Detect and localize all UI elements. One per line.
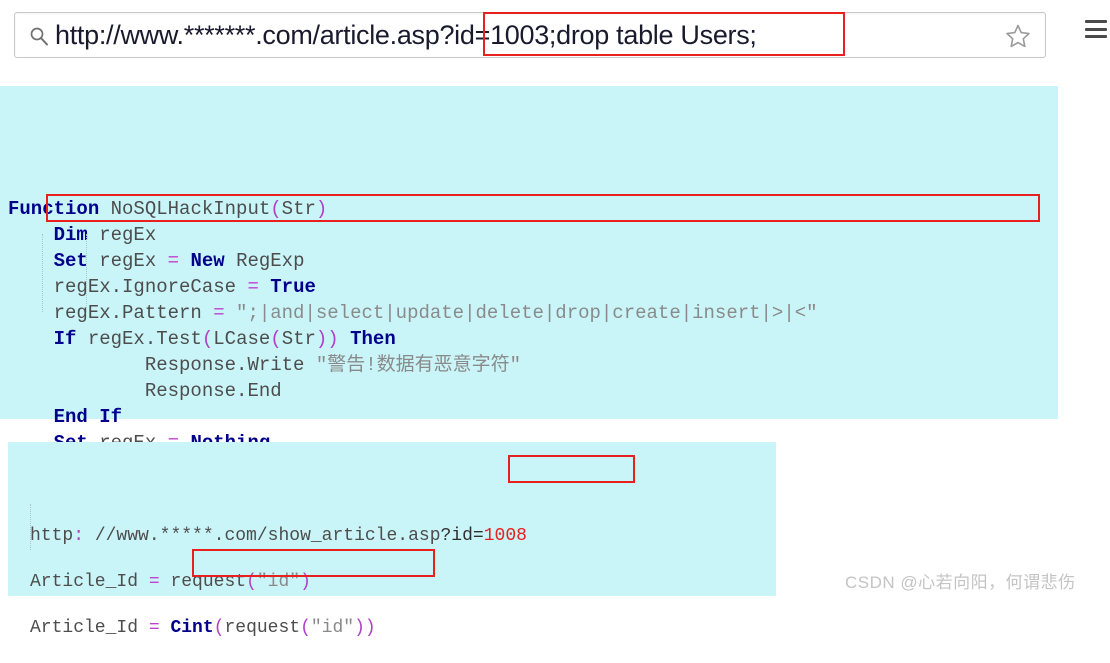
code-token: ))	[315, 328, 339, 350]
code-token: Str	[281, 328, 316, 350]
code-token: request	[224, 618, 301, 638]
code-token: Set	[53, 250, 100, 272]
code-token: LCase	[213, 328, 271, 350]
address-bar-text[interactable]: http://www.*******.com/article.asp?id=10…	[55, 13, 757, 57]
code-token: End If	[53, 406, 123, 428]
code-line: End If	[8, 404, 1058, 430]
code-line: Response.Write "警告!数据有恶意字符"	[8, 352, 1058, 378]
code-line	[30, 594, 776, 617]
code-token: =	[167, 250, 191, 272]
code-token: regEx.Pattern	[8, 302, 214, 324]
indent-guide	[42, 234, 44, 312]
code-token: (	[201, 328, 214, 350]
code-token: :	[73, 526, 85, 546]
code-line: regEx.IgnoreCase = True	[8, 274, 1058, 300]
code-block-vbscript-filter: Function NoSQLHackInput(Str) Dim regEx S…	[0, 86, 1058, 506]
code-token: regEx	[99, 250, 168, 272]
code-token: "警告!数据有恶意字符"	[315, 354, 522, 376]
code-token: (	[270, 198, 282, 220]
address-bar[interactable]: http://www.*******.com/article.asp?id=10…	[14, 12, 1046, 58]
browser-toolbar: http://www.*******.com/article.asp?id=10…	[0, 0, 1110, 74]
code-token: True	[270, 276, 316, 298]
code-token: ?id=	[440, 526, 484, 546]
code-token: =	[247, 276, 271, 298]
code-line: Article_Id = Cint(request("id"))	[30, 617, 776, 640]
code-token: (	[213, 618, 225, 638]
code-line	[30, 548, 776, 571]
code-token: ";|and|select|update|delete|drop|create|…	[236, 302, 818, 324]
code-token: Function	[8, 198, 111, 220]
code-token: Response.Write	[8, 354, 316, 376]
code-token: Str	[281, 198, 316, 220]
code-token: (	[270, 328, 282, 350]
code-line: Dim regEx	[8, 222, 1058, 248]
code-token: =	[148, 572, 171, 592]
code-token: 1008	[483, 526, 527, 546]
code-line: Article_Id = request("id")	[30, 571, 776, 594]
code-token: New	[190, 250, 237, 272]
code-token: RegExp	[236, 250, 305, 272]
code-line: If regEx.Test(LCase(Str)) Then	[8, 326, 1058, 352]
code-token: )	[300, 572, 311, 592]
code-line: Response.End	[8, 378, 1058, 404]
code-token: Then	[350, 328, 396, 350]
code-token: (	[246, 572, 257, 592]
code-token: Article_Id	[30, 618, 149, 638]
code-token: "id"	[310, 618, 355, 638]
code-token: http	[30, 526, 74, 546]
code-token: Dim	[53, 224, 100, 246]
code-token: "id"	[256, 572, 301, 592]
code-line: Set regEx = New RegExp	[8, 248, 1058, 274]
code-token: ))	[354, 618, 376, 638]
code-token: )	[315, 198, 328, 220]
code-token: //www.*****.com/show_article.asp	[84, 526, 441, 546]
code-token: regEx	[99, 224, 157, 246]
code-token: (	[300, 618, 311, 638]
code-token: Article_Id	[30, 572, 149, 592]
csdn-watermark: CSDN @心若向阳，何谓悲伤	[845, 573, 1076, 592]
code-token: NoSQLHackInput	[110, 198, 271, 220]
hamburger-menu-icon[interactable]	[1085, 20, 1107, 38]
code-token: Response.End	[8, 380, 282, 402]
code-line: regEx.Pattern = ";|and|select|update|del…	[8, 300, 1058, 326]
code-token: regEx.Test	[87, 328, 202, 350]
code-line: Function NoSQLHackInput(Str)	[8, 196, 1058, 222]
indent-guide	[86, 234, 88, 312]
code-token: =	[213, 302, 237, 324]
code-block-article-id: http: //www.*****.com/show_article.asp?i…	[8, 442, 776, 638]
indent-guide	[30, 504, 32, 550]
code-token: If	[53, 328, 88, 350]
code-token: =	[148, 618, 171, 638]
bookmark-star-icon[interactable]	[1005, 23, 1031, 49]
code-token: request	[170, 572, 247, 592]
code-lines-2: http: //www.*****.com/show_article.asp?i…	[30, 525, 776, 640]
code-token: Cint	[170, 618, 214, 638]
search-icon	[29, 26, 49, 46]
code-line: http: //www.*****.com/show_article.asp?i…	[30, 525, 776, 548]
